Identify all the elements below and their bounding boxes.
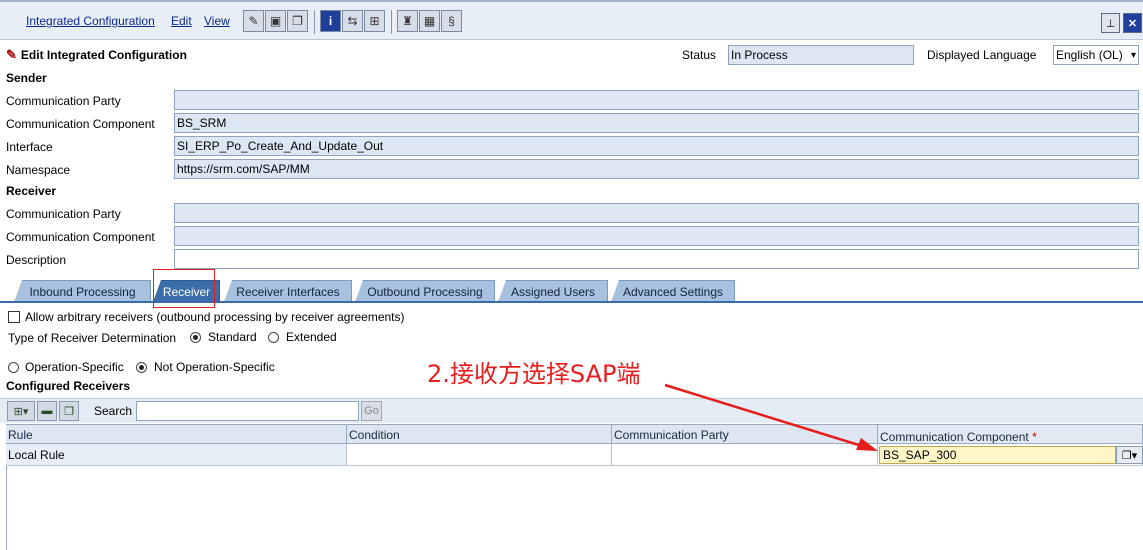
annotation-arrow-head (856, 438, 878, 451)
annotation-arrow-line (664, 383, 863, 448)
annotation-arrow (664, 383, 878, 451)
